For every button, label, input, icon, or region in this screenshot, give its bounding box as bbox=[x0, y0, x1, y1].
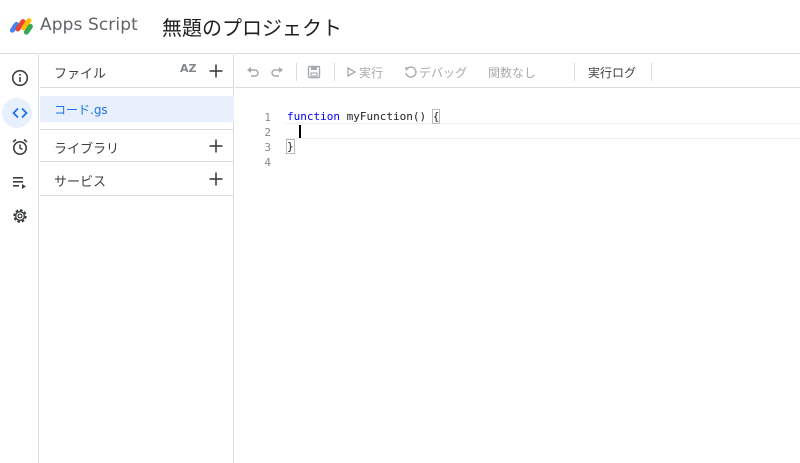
sort-az-button[interactable]: AZ bbox=[180, 62, 200, 82]
libraries-section-label: ライブラリ bbox=[54, 142, 120, 157]
plus-icon bbox=[209, 139, 223, 153]
executions-icon bbox=[12, 177, 26, 189]
files-section-label: ファイル bbox=[54, 67, 107, 82]
app-name: Apps Script bbox=[40, 15, 138, 35]
code-keyword: function bbox=[287, 110, 340, 123]
current-line-highlight bbox=[285, 123, 800, 139]
redo-button[interactable] bbox=[267, 62, 287, 82]
rail-item-editor[interactable] bbox=[0, 97, 39, 129]
alarm-clock-icon bbox=[11, 138, 28, 155]
rail-item-executions[interactable] bbox=[0, 166, 39, 198]
file-item-label: コード.gs bbox=[54, 103, 108, 117]
toolbar-divider bbox=[574, 63, 575, 81]
undo-button[interactable] bbox=[243, 62, 263, 82]
libraries-section-header: ライブラリ bbox=[40, 129, 234, 162]
execution-log-button[interactable]: 実行ログ bbox=[588, 64, 636, 81]
run-button[interactable] bbox=[345, 62, 357, 82]
code-editor[interactable]: 1 2 3 4 function myFunction() { } bbox=[235, 89, 800, 463]
undo-icon bbox=[247, 67, 259, 77]
rail-item-settings[interactable] bbox=[0, 200, 39, 232]
gear-icon bbox=[12, 209, 27, 223]
text-cursor bbox=[299, 125, 301, 138]
rail-item-overview[interactable] bbox=[0, 62, 39, 94]
code-icon bbox=[11, 107, 28, 119]
files-panel: ファイル AZ コード.gs ライブラリ サービス bbox=[40, 55, 234, 463]
debug-button[interactable] bbox=[403, 62, 417, 82]
code-line-3[interactable]: } bbox=[286, 139, 295, 154]
code-close-brace: } bbox=[286, 139, 295, 154]
toolbar-divider bbox=[334, 63, 335, 81]
save-icon bbox=[307, 65, 321, 79]
rail-item-triggers[interactable] bbox=[0, 131, 39, 163]
files-section-header: ファイル AZ bbox=[40, 55, 234, 88]
code-open-brace: { bbox=[431, 109, 441, 124]
line-number: 1 bbox=[264, 111, 271, 124]
apps-script-logo-icon[interactable] bbox=[7, 13, 35, 39]
services-section-label: サービス bbox=[54, 175, 107, 190]
toolbar-divider bbox=[651, 63, 652, 81]
left-nav-rail bbox=[0, 55, 39, 463]
plus-icon bbox=[209, 172, 223, 186]
redo-icon bbox=[271, 67, 283, 77]
code-line-1[interactable]: function myFunction() { bbox=[287, 109, 441, 124]
line-number: 3 bbox=[264, 141, 271, 154]
app-header: Apps Script 無題のプロジェクト bbox=[0, 0, 800, 54]
project-title[interactable]: 無題のプロジェクト bbox=[162, 12, 342, 41]
info-icon bbox=[11, 69, 28, 87]
line-number: 4 bbox=[264, 156, 271, 169]
debug-icon bbox=[404, 65, 417, 78]
editor-toolbar: 実行 デバッグ 関数なし 実行ログ bbox=[235, 55, 800, 88]
services-section-header: サービス bbox=[40, 163, 234, 196]
file-item-code-gs[interactable]: コード.gs bbox=[40, 96, 234, 122]
add-service-button[interactable] bbox=[206, 169, 226, 189]
add-file-button[interactable] bbox=[206, 61, 226, 81]
code-signature: myFunction() bbox=[339, 110, 433, 123]
plus-icon bbox=[209, 64, 223, 78]
line-number: 2 bbox=[264, 126, 271, 139]
debug-label[interactable]: デバッグ bbox=[419, 64, 467, 81]
save-button[interactable] bbox=[304, 62, 324, 82]
add-library-button[interactable] bbox=[206, 136, 226, 156]
sort-az-icon: AZ bbox=[180, 62, 197, 75]
play-icon bbox=[346, 67, 356, 77]
run-label[interactable]: 実行 bbox=[359, 64, 383, 81]
toolbar-divider bbox=[296, 63, 297, 81]
function-select[interactable]: 関数なし bbox=[488, 64, 536, 81]
